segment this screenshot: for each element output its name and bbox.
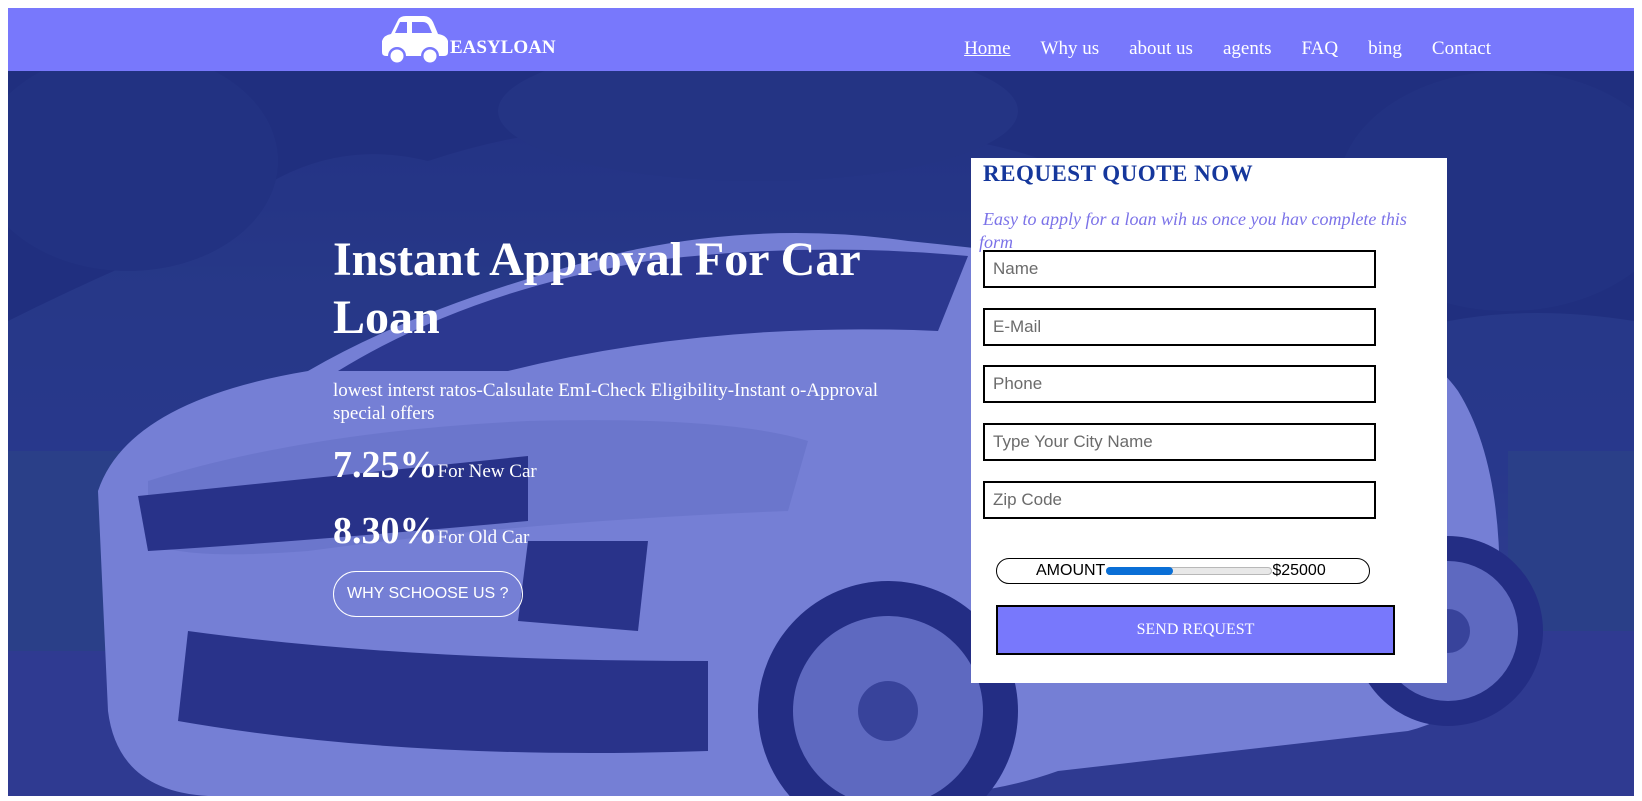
form-title: REQUEST QUOTE NOW (983, 161, 1254, 186)
nav-bing[interactable]: bing (1368, 38, 1402, 60)
rate-old-car: 8.30% For Old Car (333, 509, 933, 553)
rate-new-car: 7.25% For New Car (333, 443, 933, 487)
nav-faq[interactable]: FAQ (1302, 38, 1339, 60)
rate-label: For Old Car (437, 527, 530, 548)
rate-value: 8.30% (333, 510, 438, 552)
form-description: Easy to apply for a loan wih us once you… (979, 209, 1407, 252)
amount-slider[interactable] (1106, 567, 1273, 575)
nav-contact[interactable]: Contact (1432, 38, 1491, 60)
hero-content: Instant Approval For Car Loan lowest int… (333, 231, 933, 617)
city-input[interactable] (983, 423, 1376, 461)
brand-name: EASYLOAN (450, 36, 556, 58)
hero-subtitle: lowest interst ratos-Calsulate EmI-Check… (333, 380, 879, 424)
phone-input[interactable] (983, 365, 1376, 403)
slider-fill (1106, 567, 1173, 575)
nav-why-us[interactable]: Why us (1041, 38, 1100, 60)
rate-value: 7.25% (333, 444, 438, 486)
main-nav: Home Why us about us agents FAQ bing Con… (934, 38, 1491, 60)
zip-code-input[interactable] (983, 481, 1376, 519)
top-navbar: EASYLOAN Home Why us about us agents FAQ… (8, 8, 1634, 71)
page-frame: EASYLOAN Home Why us about us agents FAQ… (8, 8, 1634, 796)
send-request-button[interactable]: SEND REQUEST (996, 605, 1395, 655)
nav-agents[interactable]: agents (1223, 38, 1272, 60)
why-choose-us-button[interactable]: WHY SCHOOSE US ? (333, 571, 523, 617)
name-input[interactable] (983, 250, 1376, 288)
email-input[interactable] (983, 308, 1376, 346)
nav-home[interactable]: Home (964, 38, 1010, 60)
nav-about-us[interactable]: about us (1129, 38, 1193, 60)
amount-label: AMOUNT (1036, 562, 1106, 579)
request-quote-form: REQUEST QUOTE NOW Easy to apply for a lo… (971, 158, 1447, 683)
hero-title: Instant Approval For Car Loan (333, 233, 860, 344)
amount-control: AMOUNT $25000 (996, 558, 1370, 584)
rate-label: For New Car (437, 461, 537, 482)
car-icon (382, 15, 448, 65)
brand-logo[interactable]: EASYLOAN (380, 8, 556, 71)
amount-value: $25000 (1272, 562, 1326, 579)
